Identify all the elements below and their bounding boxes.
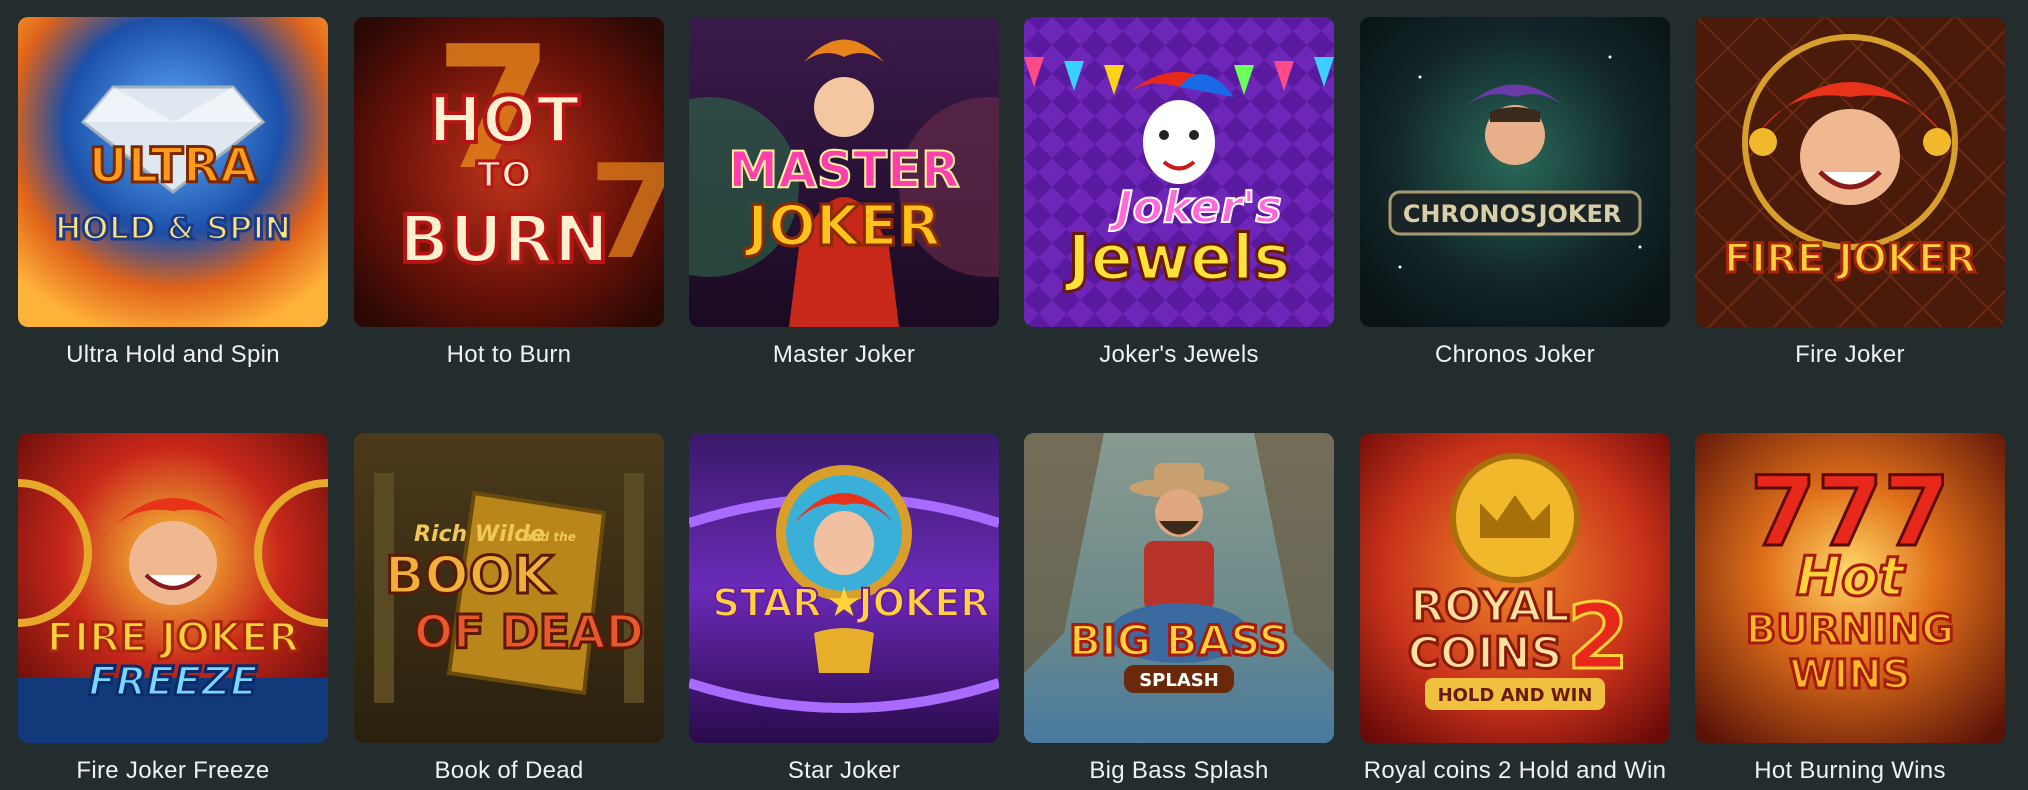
game-art: FIRE JOKER FREEZE	[18, 433, 328, 743]
logo-line-4: WINS	[1789, 652, 1910, 698]
game-thumbnail[interactable]: Rich Wilde and the BOOK OF DEAD	[354, 433, 664, 743]
logo-line-2: HOLD & SPIN	[55, 209, 291, 247]
game-art: ULTRA HOLD & SPIN	[18, 17, 328, 327]
logo-line-4: OF DEAD	[414, 605, 644, 659]
game-title[interactable]: Joker's Jewels	[1004, 341, 1354, 369]
logo-line-3: 2	[1567, 585, 1630, 690]
logo-line-2: SPLASH	[1139, 670, 1219, 691]
game-title[interactable]: Ultra Hold and Spin	[0, 341, 348, 369]
logo-line-1: BIG BASS	[1069, 616, 1289, 665]
logo-line-1: FIRE JOKER	[47, 615, 299, 661]
game-thumbnail[interactable]: ULTRA HOLD & SPIN	[18, 17, 328, 327]
game-title[interactable]: Book of Dead	[334, 757, 684, 785]
game-art: 777 Hot BURNING WINS	[1695, 433, 2005, 743]
logo-line-4: HOLD AND WIN	[1438, 685, 1593, 706]
logo-line-3: BOOK	[385, 546, 555, 606]
game-title[interactable]: Hot to Burn	[334, 341, 684, 369]
game-art: Joker's Jewels	[1024, 17, 1334, 327]
logo-line-1: CHRONOS	[1403, 200, 1537, 228]
logo-line-2: Jewels	[1064, 221, 1291, 294]
logo-line-2: JOKER	[743, 194, 940, 259]
game-art: FIRE JOKER	[1695, 17, 2005, 327]
game-title[interactable]: Fire Joker Freeze	[0, 757, 348, 785]
logo-line-2: and the	[524, 530, 576, 544]
game-title[interactable]: Hot Burning Wins	[1675, 757, 2025, 785]
logo-line-2: JOKER	[1537, 200, 1622, 228]
game-art: 7 7 HOT TO BURN	[354, 17, 664, 327]
game-art: Rich Wilde and the BOOK OF DEAD	[354, 433, 664, 743]
logo-line-2: JOKER	[855, 581, 989, 625]
logo-line-1: MASTER	[728, 141, 959, 199]
logo-line-1: STAR	[712, 581, 821, 625]
game-art: MASTER JOKER	[689, 17, 999, 327]
game-title[interactable]: Big Bass Splash	[1004, 757, 1354, 785]
logo-line-1: HOT	[428, 84, 580, 158]
game-title[interactable]: Royal coins 2 Hold and Win	[1340, 757, 1690, 785]
logo-line-1: ULTRA	[89, 138, 257, 194]
game-thumbnail[interactable]: ROYAL COINS 2 HOLD AND WIN	[1360, 433, 1670, 743]
crown-coin-icon	[1450, 453, 1580, 583]
game-art: CHRONOS JOKER	[1360, 17, 1670, 327]
logo-line-2: FREEZE	[88, 659, 257, 705]
logo-line-2: Hot	[1796, 545, 1906, 608]
logo-line-3: BURNING	[1746, 607, 1954, 653]
game-thumbnail[interactable]: CHRONOS JOKER	[1360, 17, 1670, 327]
game-thumbnail[interactable]: FIRE JOKER FREEZE	[18, 433, 328, 743]
game-thumbnail[interactable]: Joker's Jewels	[1024, 17, 1334, 327]
game-title[interactable]: Master Joker	[669, 341, 1019, 369]
game-thumbnail[interactable]: BIG BASS SPLASH	[1024, 433, 1334, 743]
game-grid: ULTRA HOLD & SPIN Ultra Hold and Spin 7 …	[0, 0, 2028, 790]
game-title[interactable]: Fire Joker	[1675, 341, 2025, 369]
game-title[interactable]: Chronos Joker	[1340, 341, 1690, 369]
logo-line-3: BURN	[399, 201, 609, 278]
game-thumbnail[interactable]: MASTER JOKER	[689, 17, 999, 327]
game-art: ★ STAR JOKER	[689, 433, 999, 743]
star-icon: ★	[826, 581, 862, 625]
logo-line-2: COINS	[1408, 628, 1563, 679]
logo-line-1: FIRE JOKER	[1724, 236, 1976, 282]
game-art: BIG BASS SPLASH	[1024, 433, 1334, 743]
game-title[interactable]: Star Joker	[669, 757, 1019, 785]
game-thumbnail[interactable]: FIRE JOKER	[1695, 17, 2005, 327]
logo-line-2: TO	[476, 155, 531, 196]
game-thumbnail[interactable]: 777 Hot BURNING WINS	[1695, 433, 2005, 743]
logo-line-1: ROYAL	[1410, 581, 1569, 632]
game-thumbnail[interactable]: 7 7 HOT TO BURN	[354, 17, 664, 327]
game-thumbnail[interactable]: ★ STAR JOKER	[689, 433, 999, 743]
game-art: ROYAL COINS 2 HOLD AND WIN	[1360, 433, 1670, 743]
